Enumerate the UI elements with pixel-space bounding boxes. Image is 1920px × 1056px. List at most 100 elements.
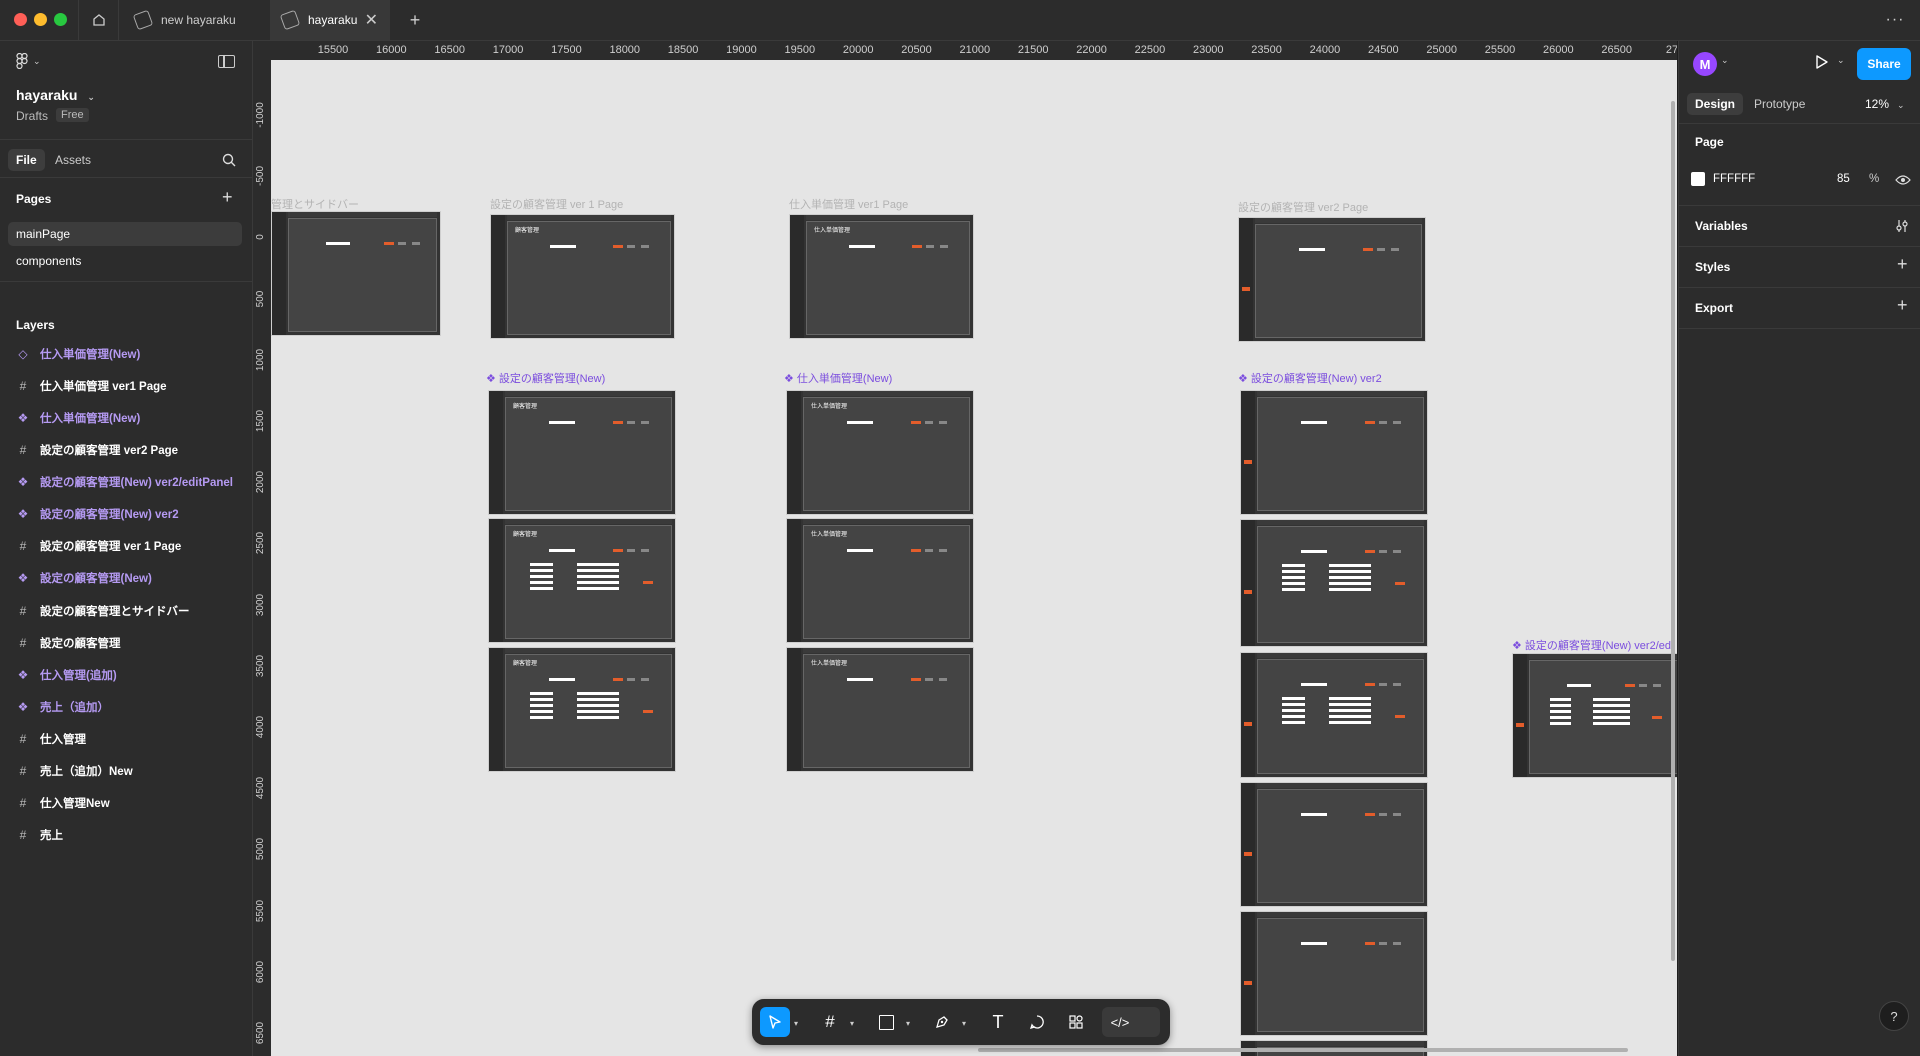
vertical-scrollbar[interactable] — [1671, 101, 1675, 961]
more-options-icon[interactable]: ··· — [1880, 0, 1910, 40]
mock-sidebar — [787, 391, 801, 514]
toggle-sidebar-icon[interactable] — [218, 55, 235, 68]
layer-item[interactable]: # 仕入管理New — [16, 791, 110, 815]
move-tool-button[interactable] — [760, 1007, 790, 1037]
rectangle-tool-button[interactable] — [871, 1007, 901, 1037]
component-label-unit[interactable]: ❖ 仕入単価管理(New) — [784, 370, 892, 386]
frame-label-sidebar[interactable]: 管理とサイドバー — [271, 196, 359, 212]
background-opacity-input[interactable]: 85 — [1837, 173, 1850, 185]
layer-item[interactable]: # 売上 — [16, 823, 63, 847]
tab-prototype[interactable]: Prototype — [1754, 97, 1805, 111]
frame-label-v1-page[interactable]: 設定の顧客管理 ver 1 Page — [490, 196, 623, 212]
tab-hayaraku[interactable]: hayaraku ✕ — [270, 0, 390, 40]
text-tool-button[interactable]: T — [983, 1007, 1013, 1037]
file-name-button[interactable]: hayaraku ⌄ — [16, 87, 95, 103]
chevron-down-icon[interactable]: ▾ — [962, 1019, 966, 1028]
comment-tool-button[interactable] — [1022, 1007, 1052, 1037]
layer-item[interactable]: ❖ 設定の顧客管理(New) ver2 — [16, 502, 179, 526]
frame-thumbnail[interactable] — [1240, 782, 1428, 907]
dev-mode-toggle[interactable]: </> — [1102, 1007, 1160, 1037]
layer-item[interactable]: # 売上（追加）New — [16, 759, 133, 783]
chevron-down-icon[interactable]: ▾ — [794, 1019, 798, 1028]
pen-tool-button[interactable] — [927, 1007, 957, 1037]
tab-file[interactable]: File — [8, 149, 45, 171]
page-item-components[interactable]: components — [16, 254, 81, 268]
background-hex-input[interactable]: FFFFFF — [1713, 173, 1755, 185]
layer-item[interactable]: # 仕入単価管理 ver1 Page — [16, 374, 167, 398]
layer-item[interactable]: # 設定の顧客管理とサイドバー — [16, 599, 190, 623]
variables-icon[interactable] — [1895, 219, 1909, 233]
component-label-edit-panel[interactable]: ❖ 設定の顧客管理(New) ver2/edi — [1512, 637, 1673, 653]
frame-thumbnail[interactable]: 顧客管理 — [488, 647, 676, 772]
color-swatch[interactable] — [1691, 172, 1705, 186]
layer-item[interactable]: # 設定の顧客管理 — [16, 631, 121, 655]
avatar[interactable]: M — [1693, 52, 1717, 76]
layer-item[interactable]: # 設定の顧客管理 ver2 Page — [16, 438, 178, 462]
layer-item[interactable]: ◇ 仕入単価管理(New) — [16, 342, 140, 366]
chevron-down-icon[interactable]: ▾ — [850, 1019, 854, 1028]
frame-v2-page[interactable] — [1238, 217, 1426, 342]
chevron-down-icon[interactable]: ⌄ — [1837, 55, 1845, 66]
component-icon: ❖ — [17, 411, 29, 426]
frame-thumbnail[interactable]: 顧客管理 — [488, 518, 676, 643]
tab-assets[interactable]: Assets — [55, 153, 91, 167]
actions-tool-button[interactable] — [1061, 1007, 1091, 1037]
styles-section[interactable]: Styles + — [1679, 247, 1920, 288]
chevron-down-icon[interactable]: ⌄ — [1721, 55, 1729, 66]
add-export-icon[interactable]: + — [1897, 295, 1908, 316]
layer-item[interactable]: ❖ 仕入単価管理(New) — [16, 406, 141, 430]
frame-thumbnail[interactable]: 顧客管理 — [488, 390, 676, 515]
close-window-button[interactable] — [14, 13, 27, 26]
frame-edit-panel[interactable] — [1512, 653, 1677, 778]
plan-badge: Free — [56, 108, 89, 122]
mock-content — [1257, 918, 1424, 1032]
frame-thumbnail[interactable] — [1240, 652, 1428, 778]
frame-thumbnail[interactable]: 仕入単価管理 — [786, 647, 974, 772]
frame-thumbnail[interactable]: 仕入単価管理 — [786, 390, 974, 515]
minimize-window-button[interactable] — [34, 13, 47, 26]
present-play-icon[interactable] — [1815, 54, 1829, 70]
close-tab-icon[interactable]: ✕ — [365, 10, 378, 30]
component-label-customer-v2[interactable]: ❖ 設定の顧客管理(New) ver2 — [1238, 370, 1382, 386]
ruler-tick-x: 16500 — [434, 44, 465, 56]
horizontal-scrollbar[interactable] — [978, 1048, 1628, 1052]
frame-tool-button[interactable]: # — [815, 1007, 845, 1037]
layer-item[interactable]: ❖ 設定の顧客管理(New) — [16, 566, 152, 590]
main-menu-button[interactable]: ⌄ — [16, 53, 41, 69]
search-icon[interactable] — [222, 153, 236, 167]
layer-item[interactable]: # 仕入管理 — [16, 727, 86, 751]
frame-unit-v1-page[interactable]: 仕入単価管理 — [789, 214, 974, 339]
add-page-icon[interactable]: + — [222, 187, 233, 208]
mock-field — [1282, 570, 1305, 573]
mock-content — [1257, 397, 1424, 511]
component-label-customer[interactable]: ❖ 設定の顧客管理(New) — [486, 370, 605, 386]
layer-item[interactable]: ❖ 仕入管理(追加) — [16, 663, 117, 687]
chevron-down-icon[interactable]: ▾ — [906, 1019, 910, 1028]
eye-icon[interactable] — [1895, 174, 1911, 186]
page-item-mainpage[interactable]: mainPage — [8, 222, 242, 246]
frame-thumbnail[interactable] — [1240, 390, 1428, 515]
tab-new-hayaraku[interactable]: new hayaraku — [119, 0, 269, 40]
new-tab-button[interactable]: + — [400, 0, 430, 40]
frame-thumbnail[interactable]: 仕入単価管理 — [786, 518, 974, 643]
frame-sidebar[interactable] — [271, 211, 441, 336]
layer-item[interactable]: ❖ 売上（追加） — [16, 695, 109, 719]
frame-thumbnail[interactable] — [1240, 911, 1428, 1036]
frame-v1-page[interactable]: 顧客管理 — [490, 214, 675, 339]
share-button[interactable]: Share — [1857, 48, 1911, 80]
canvas[interactable]: 15500 16000 16500 17000 17500 18000 18500 19000… — [253, 41, 1677, 1056]
zoom-level[interactable]: 12% ⌄ — [1865, 97, 1905, 111]
home-tab[interactable] — [80, 0, 118, 40]
tab-design[interactable]: Design — [1687, 93, 1744, 115]
add-style-icon[interactable]: + — [1897, 254, 1908, 275]
frame-thumbnail[interactable] — [1240, 519, 1428, 647]
frame-label-unit-v1-page[interactable]: 仕入単価管理 ver1 Page — [789, 196, 908, 212]
layer-item[interactable]: # 設定の顧客管理 ver 1 Page — [16, 534, 182, 558]
frame-label-v2-page[interactable]: 設定の顧客管理 ver2 Page — [1238, 199, 1368, 215]
export-section[interactable]: Export + — [1679, 288, 1920, 329]
layer-item[interactable]: ❖ 設定の顧客管理(New) ver2/editPanel — [16, 470, 233, 494]
help-button[interactable]: ? — [1879, 1001, 1909, 1031]
variables-section[interactable]: Variables — [1679, 206, 1920, 247]
maximize-window-button[interactable] — [54, 13, 67, 26]
ruler-tick-x: 23500 — [1251, 44, 1282, 56]
